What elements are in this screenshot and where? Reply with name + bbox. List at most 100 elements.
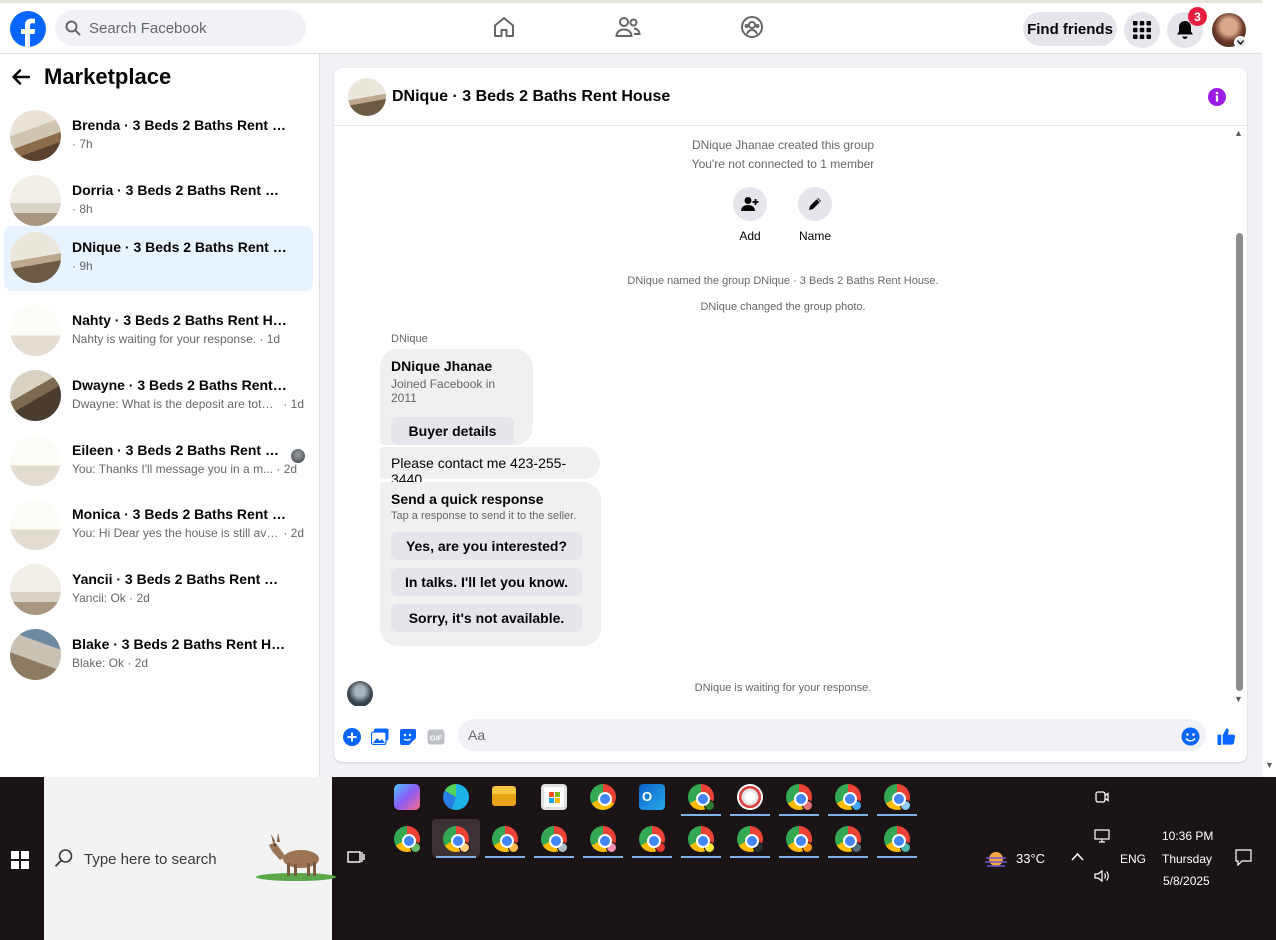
running-indicator (877, 856, 917, 858)
buyer-details-button[interactable]: Buyer details (391, 417, 514, 445)
thumbs-up-icon[interactable] (1217, 727, 1236, 746)
conversation-item[interactable]: Dwayne · 3 Beds 2 Baths Rent House Dwayn… (4, 364, 313, 429)
chat-scrollbar-thumb[interactable] (1236, 233, 1243, 691)
chrome-profile-icon[interactable] (884, 784, 911, 811)
chrome-profile-icon[interactable] (639, 826, 666, 853)
meet-now-icon[interactable] (1094, 789, 1110, 810)
copilot-icon[interactable] (394, 784, 420, 810)
quick-response-option[interactable]: Sorry, it's not available. (391, 604, 582, 632)
facebook-search-input[interactable] (89, 19, 289, 37)
message-thread[interactable]: DNique Jhanae created this group You're … (334, 126, 1247, 706)
facebook-logo-icon[interactable] (10, 11, 46, 47)
scroll-up-arrow-icon[interactable]: ▲ (1234, 128, 1243, 138)
chrome-profile-icon[interactable] (541, 826, 568, 853)
listing-thumbnail (10, 499, 61, 550)
volume-icon[interactable] (1094, 869, 1110, 888)
contact-message-bubble: Please contact me 423-255-3440 (380, 447, 600, 487)
page-scroll-down-icon[interactable]: ▼ (1265, 760, 1274, 770)
conversation-preview: Nahty is waiting for your response. (72, 332, 257, 346)
quick-response-option[interactable]: In talks. I'll let you know. (391, 568, 582, 596)
home-icon[interactable] (490, 13, 518, 41)
listing-thumbnail (10, 175, 61, 226)
waiting-notice: DNique is waiting for your response. (694, 682, 872, 694)
plus-icon[interactable] (342, 727, 361, 746)
clock-time[interactable]: 10:36 PM (1162, 829, 1213, 843)
conversation-item[interactable]: Nahty · 3 Beds 2 Baths Rent House Nahty … (4, 299, 313, 364)
outlook-icon[interactable]: O (639, 784, 665, 810)
conversation-time: · 2d (125, 591, 150, 605)
listing-thumbnail (10, 629, 61, 680)
chrome-profile-icon[interactable] (394, 826, 421, 853)
conversation-item[interactable]: Brenda · 3 Beds 2 Baths Rent House · 7h (4, 104, 313, 169)
listing-thumbnail (10, 564, 61, 615)
conversation-item[interactable]: Eileen · 3 Beds 2 Baths Rent Hou... You:… (4, 429, 313, 494)
chrome-profile-icon[interactable] (884, 826, 911, 853)
microsoft-store-icon[interactable] (541, 784, 567, 810)
back-arrow-icon[interactable] (12, 69, 30, 85)
conversation-time: · 1d (280, 397, 305, 411)
conversation-item-active[interactable]: DNique · 3 Beds 2 Baths Rent House · 9h (4, 226, 313, 291)
conversation-meta: · 8h (72, 202, 298, 216)
conversation-title: Dwayne · 3 Beds 2 Baths Rent House (72, 377, 288, 393)
friends-icon[interactable] (614, 13, 642, 41)
chevron-down-icon[interactable] (1234, 36, 1247, 49)
svg-text:GIF: GIF (429, 733, 442, 742)
find-friends-button[interactable]: Find friends (1023, 12, 1117, 46)
clock-date[interactable]: 5/8/2025 (1163, 874, 1210, 888)
gif-icon[interactable]: GIF (426, 727, 445, 746)
task-view-icon[interactable] (347, 849, 365, 870)
language-indicator[interactable]: ENG (1120, 852, 1146, 866)
network-icon[interactable] (1094, 829, 1110, 848)
edge-browser-icon[interactable] (443, 784, 469, 810)
conversation-time: · 8h (72, 202, 93, 216)
name-group-button[interactable]: Name (785, 187, 845, 243)
clock-day[interactable]: Thursday (1162, 852, 1212, 866)
weather-icon[interactable] (984, 849, 1008, 874)
listing-thumbnail (10, 110, 61, 161)
chrome-profile-icon[interactable] (492, 826, 519, 853)
chrome-profile-icon[interactable] (688, 826, 715, 853)
notification-center-icon[interactable] (1235, 849, 1252, 871)
chrome-profile-icon[interactable] (835, 826, 862, 853)
info-icon[interactable] (1208, 88, 1226, 106)
conversation-item[interactable]: Yancii · 3 Beds 2 Baths Rent House Yanci… (4, 558, 313, 623)
marketplace-inbox-sidebar: Marketplace Brenda · 3 Beds 2 Baths Rent… (0, 54, 320, 777)
chrome-profile-icon[interactable] (737, 826, 764, 853)
chat-title[interactable]: DNique · 3 Beds 2 Baths Rent House (392, 88, 670, 106)
groups-icon[interactable] (738, 13, 766, 41)
windows-start-icon[interactable] (11, 851, 29, 869)
chrome-profile-icon[interactable] (443, 826, 470, 853)
message-input[interactable] (458, 719, 1206, 751)
group-photo[interactable] (348, 78, 386, 116)
chrome-profile-icon[interactable] (590, 784, 616, 810)
quick-response-option[interactable]: Yes, are you interested? (391, 532, 582, 560)
conversation-time: · 7h (72, 137, 93, 151)
weather-temperature[interactable]: 33°C (1016, 851, 1045, 866)
conversation-item[interactable]: Blake · 3 Beds 2 Baths Rent House Blake:… (4, 623, 313, 688)
chevron-up-icon[interactable] (1071, 849, 1084, 867)
chrome-profile-icon[interactable] (835, 784, 862, 811)
chrome-profile-icon[interactable] (688, 784, 715, 811)
listing-thumbnail (10, 435, 61, 486)
taskbar-search-box[interactable]: Type here to search (44, 777, 336, 940)
conversation-item[interactable]: Monica · 3 Beds 2 Baths Rent House You: … (4, 493, 313, 558)
facebook-search-box[interactable] (55, 10, 306, 46)
sticker-icon[interactable] (398, 727, 417, 746)
running-indicator (681, 814, 721, 816)
snipping-tool-icon[interactable] (737, 784, 763, 810)
conversation-item[interactable]: Dorria · 3 Beds 2 Baths Rent House · 8h (4, 169, 313, 234)
emoji-icon[interactable] (1181, 727, 1200, 746)
page-scrollbar[interactable]: ▼ (1262, 0, 1276, 777)
menu-grid-icon[interactable] (1124, 12, 1160, 48)
running-indicator (877, 814, 917, 816)
scroll-down-arrow-icon[interactable]: ▼ (1234, 694, 1243, 704)
photo-icon[interactable] (370, 727, 389, 746)
chrome-profile-icon[interactable] (786, 784, 813, 811)
chrome-profile-icon[interactable] (590, 826, 617, 853)
taskbar-search-placeholder: Type here to search (84, 851, 217, 868)
file-explorer-icon[interactable] (492, 786, 516, 806)
add-member-button[interactable]: Add (720, 187, 780, 243)
listing-thumbnail (10, 305, 61, 356)
running-indicator (828, 856, 868, 858)
chrome-profile-icon[interactable] (786, 826, 813, 853)
